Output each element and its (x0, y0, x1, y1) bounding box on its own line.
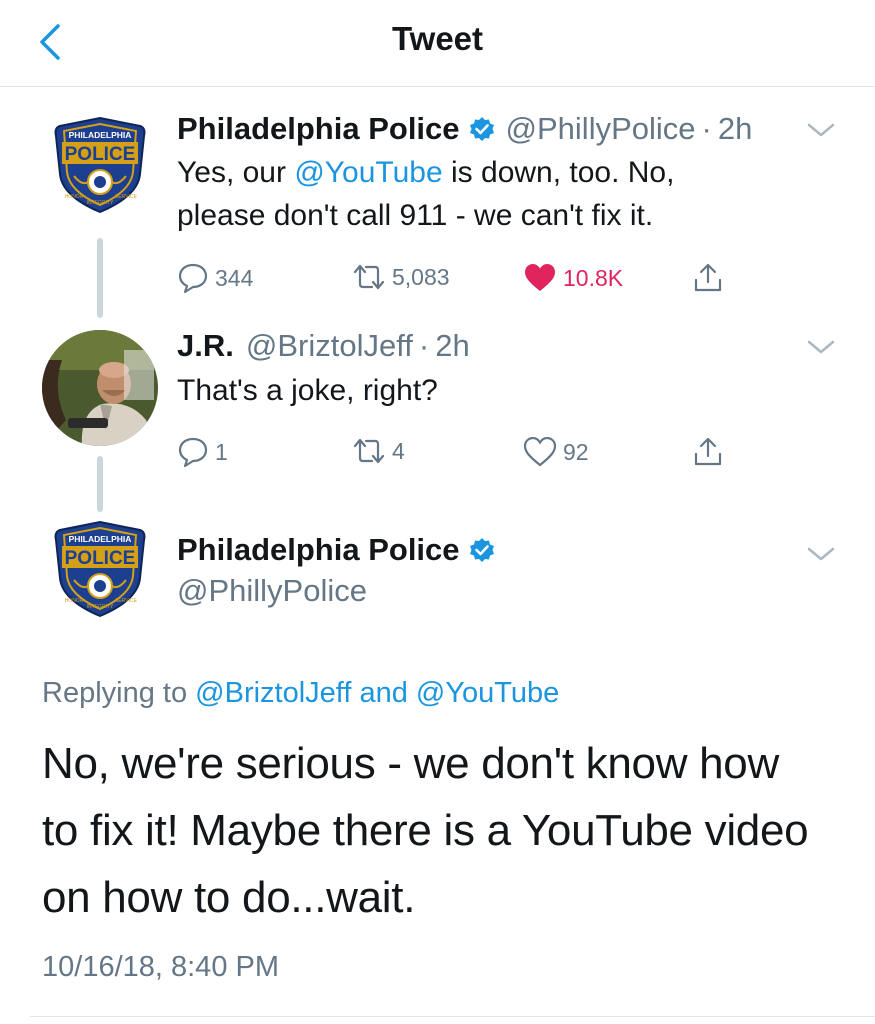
tweet-1-header: Philadelphia Police @PhillyPolice · 2h (177, 111, 752, 147)
retweet-icon (353, 264, 385, 290)
svg-text:HONOR: HONOR (65, 598, 84, 604)
share-button[interactable] (692, 262, 724, 294)
heart-icon (523, 436, 557, 467)
thread-connector-line (97, 456, 103, 512)
author-name[interactable]: J.R. (177, 328, 234, 364)
share-button[interactable] (692, 436, 724, 468)
svg-text:POLICE: POLICE (65, 144, 136, 165)
philadelphia-police-avatar[interactable]: PHILADELPHIA POLICE HONOR SERVICE INTEGR… (52, 114, 148, 214)
svg-text:PHILADELPHIA: PHILADELPHIA (69, 130, 132, 140)
retweet-button[interactable]: 5,083 (352, 262, 450, 292)
retweet-count: 5,083 (392, 263, 450, 290)
top-bar: Tweet (0, 0, 875, 87)
author-name[interactable]: Philadelphia Police (177, 111, 460, 147)
thread-connector-line (97, 238, 103, 318)
reply-icon (178, 263, 208, 294)
like-button[interactable]: 10.8K (523, 262, 623, 294)
svg-text:POLICE: POLICE (65, 548, 136, 569)
chevron-down-icon[interactable] (806, 120, 836, 140)
author-handle[interactable]: @BriztolJeff (246, 328, 413, 364)
like-count: 92 (563, 438, 589, 465)
main-tweet-text: No, we're serious - we don't know how to… (42, 739, 809, 922)
page-title: Tweet (391, 20, 484, 57)
svg-text:PHILADELPHIA: PHILADELPHIA (69, 534, 132, 544)
tweet-time: 2h (717, 111, 753, 146)
author-handle[interactable]: @PhillyPolice (177, 573, 367, 609)
svg-text:INTEGRITY: INTEGRITY (87, 200, 114, 206)
retweet-button[interactable]: 4 (352, 436, 405, 466)
retweet-count: 4 (392, 437, 405, 464)
tweet-2-text: That's a joke, right? (177, 374, 438, 407)
tweet-timestamp: 10/16/18, 8:40 PM (42, 951, 279, 983)
reply-icon (178, 437, 208, 468)
like-count: 10.8K (563, 264, 624, 291)
jr-avatar[interactable] (42, 330, 158, 446)
svg-text:SERVICE: SERVICE (115, 598, 138, 604)
like-button[interactable]: 92 (523, 436, 589, 468)
divider (30, 1016, 875, 1017)
author-name[interactable]: Philadelphia Police (177, 532, 460, 568)
reply-mention-link[interactable]: @BriztolJeff (195, 677, 351, 709)
reply-count: 1 (215, 438, 228, 465)
replying-to-line: Replying to @BriztolJeff and @YouTube (42, 677, 560, 709)
chevron-down-icon[interactable] (806, 337, 836, 357)
tweet-time: 2h (435, 328, 470, 363)
separator-dot: · (701, 111, 712, 146)
verified-badge-icon (468, 536, 495, 564)
reply-mention-link[interactable]: @YouTube (416, 677, 559, 709)
svg-text:INTEGRITY: INTEGRITY (87, 604, 114, 610)
svg-text:SERVICE: SERVICE (115, 194, 138, 200)
heart-icon (525, 264, 555, 291)
share-icon (694, 437, 722, 466)
reply-button[interactable]: 344 (177, 262, 253, 294)
chevron-down-icon[interactable] (806, 544, 836, 564)
main-author-row: Philadelphia Police (177, 532, 496, 568)
svg-text:HONOR: HONOR (65, 194, 84, 200)
mention-link[interactable]: @YouTube (294, 156, 442, 189)
tweet-1-text: Yes, our @YouTube is down, too. No, plea… (177, 156, 675, 232)
tweet-2-header: J.R. @BriztolJeff · 2h (177, 328, 470, 364)
philadelphia-police-avatar[interactable]: PHILADELPHIA POLICE HONOR SERVICE INTEGR… (52, 518, 148, 618)
separator-dot: · (418, 328, 430, 363)
reply-button[interactable]: 1 (177, 436, 228, 468)
retweet-icon (353, 438, 385, 464)
share-icon (694, 263, 722, 292)
verified-badge-icon (468, 115, 495, 143)
author-handle[interactable]: @PhillyPolice (506, 111, 696, 147)
reply-count: 344 (215, 264, 254, 291)
